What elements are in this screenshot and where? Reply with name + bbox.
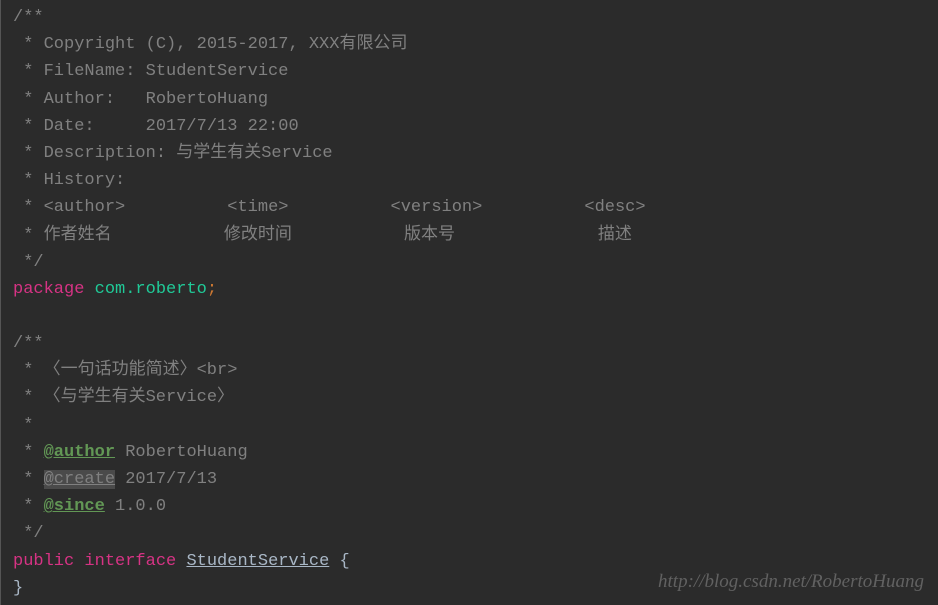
spacer: [482, 198, 584, 217]
spacer: [74, 552, 84, 571]
spacer: [176, 552, 186, 571]
author-tag: <author>: [44, 198, 126, 217]
spacer: [84, 280, 94, 299]
since-doc-tag: @since: [44, 497, 105, 516]
javadoc-create-line: * @create 2017/7/13: [13, 466, 926, 493]
comment-prefix: *: [13, 497, 44, 516]
version-tag: <version>: [391, 198, 483, 217]
javadoc-line: * 〈一句话功能简述〉<br>: [13, 357, 926, 384]
comment-line: * Copyright (C), 2015-2017, XXX有限公司: [13, 31, 926, 58]
comment-line: * Author: RobertoHuang: [13, 86, 926, 113]
time-tag: <time>: [227, 198, 288, 217]
javadoc-close: */: [13, 520, 926, 547]
public-keyword: public: [13, 552, 74, 571]
blank-line: [13, 303, 926, 330]
author-doc-tag: @author: [44, 443, 115, 462]
comment-close: */: [13, 249, 926, 276]
comment-header-line: * <author> <time> <version> <desc>: [13, 194, 926, 221]
semicolon: ;: [207, 280, 217, 299]
create-doc-tag: @create: [44, 470, 115, 489]
spacer: [288, 198, 390, 217]
create-value: 2017/7/13: [115, 470, 217, 489]
desc-tag: <desc>: [584, 198, 645, 217]
javadoc-open: /**: [13, 330, 926, 357]
package-line: package com.roberto;: [13, 276, 926, 303]
comment-prefix: *: [13, 470, 44, 489]
javadoc-line: * 〈与学生有关Service〉: [13, 384, 926, 411]
author-value: RobertoHuang: [115, 443, 248, 462]
interface-keyword: interface: [84, 552, 176, 571]
comment-line: * 作者姓名 修改时间 版本号 描述: [13, 222, 926, 249]
comment-prefix: *: [13, 443, 44, 462]
comment-line: * Date: 2017/7/13 22:00: [13, 113, 926, 140]
package-identifier: com.roberto: [95, 280, 207, 299]
comment-line: /**: [13, 4, 926, 31]
watermark: http://blog.csdn.net/RobertoHuang: [658, 567, 924, 597]
comment-line: * History:: [13, 167, 926, 194]
comment-line: * Description: 与学生有关Service: [13, 140, 926, 167]
javadoc-line: *: [13, 412, 926, 439]
since-value: 1.0.0: [105, 497, 166, 516]
comment-line: * FileName: StudentService: [13, 58, 926, 85]
comment-prefix: *: [13, 198, 44, 217]
br-tag: <br>: [197, 361, 238, 380]
interface-name: StudentService: [186, 552, 329, 571]
javadoc-author-line: * @author RobertoHuang: [13, 439, 926, 466]
open-brace: {: [329, 552, 349, 571]
code-editor[interactable]: /** * Copyright (C), 2015-2017, XXX有限公司 …: [13, 4, 926, 602]
package-keyword: package: [13, 280, 84, 299]
javadoc-since-line: * @since 1.0.0: [13, 493, 926, 520]
comment-text: * 〈一句话功能简述〉: [13, 361, 197, 380]
spacer: [125, 198, 227, 217]
